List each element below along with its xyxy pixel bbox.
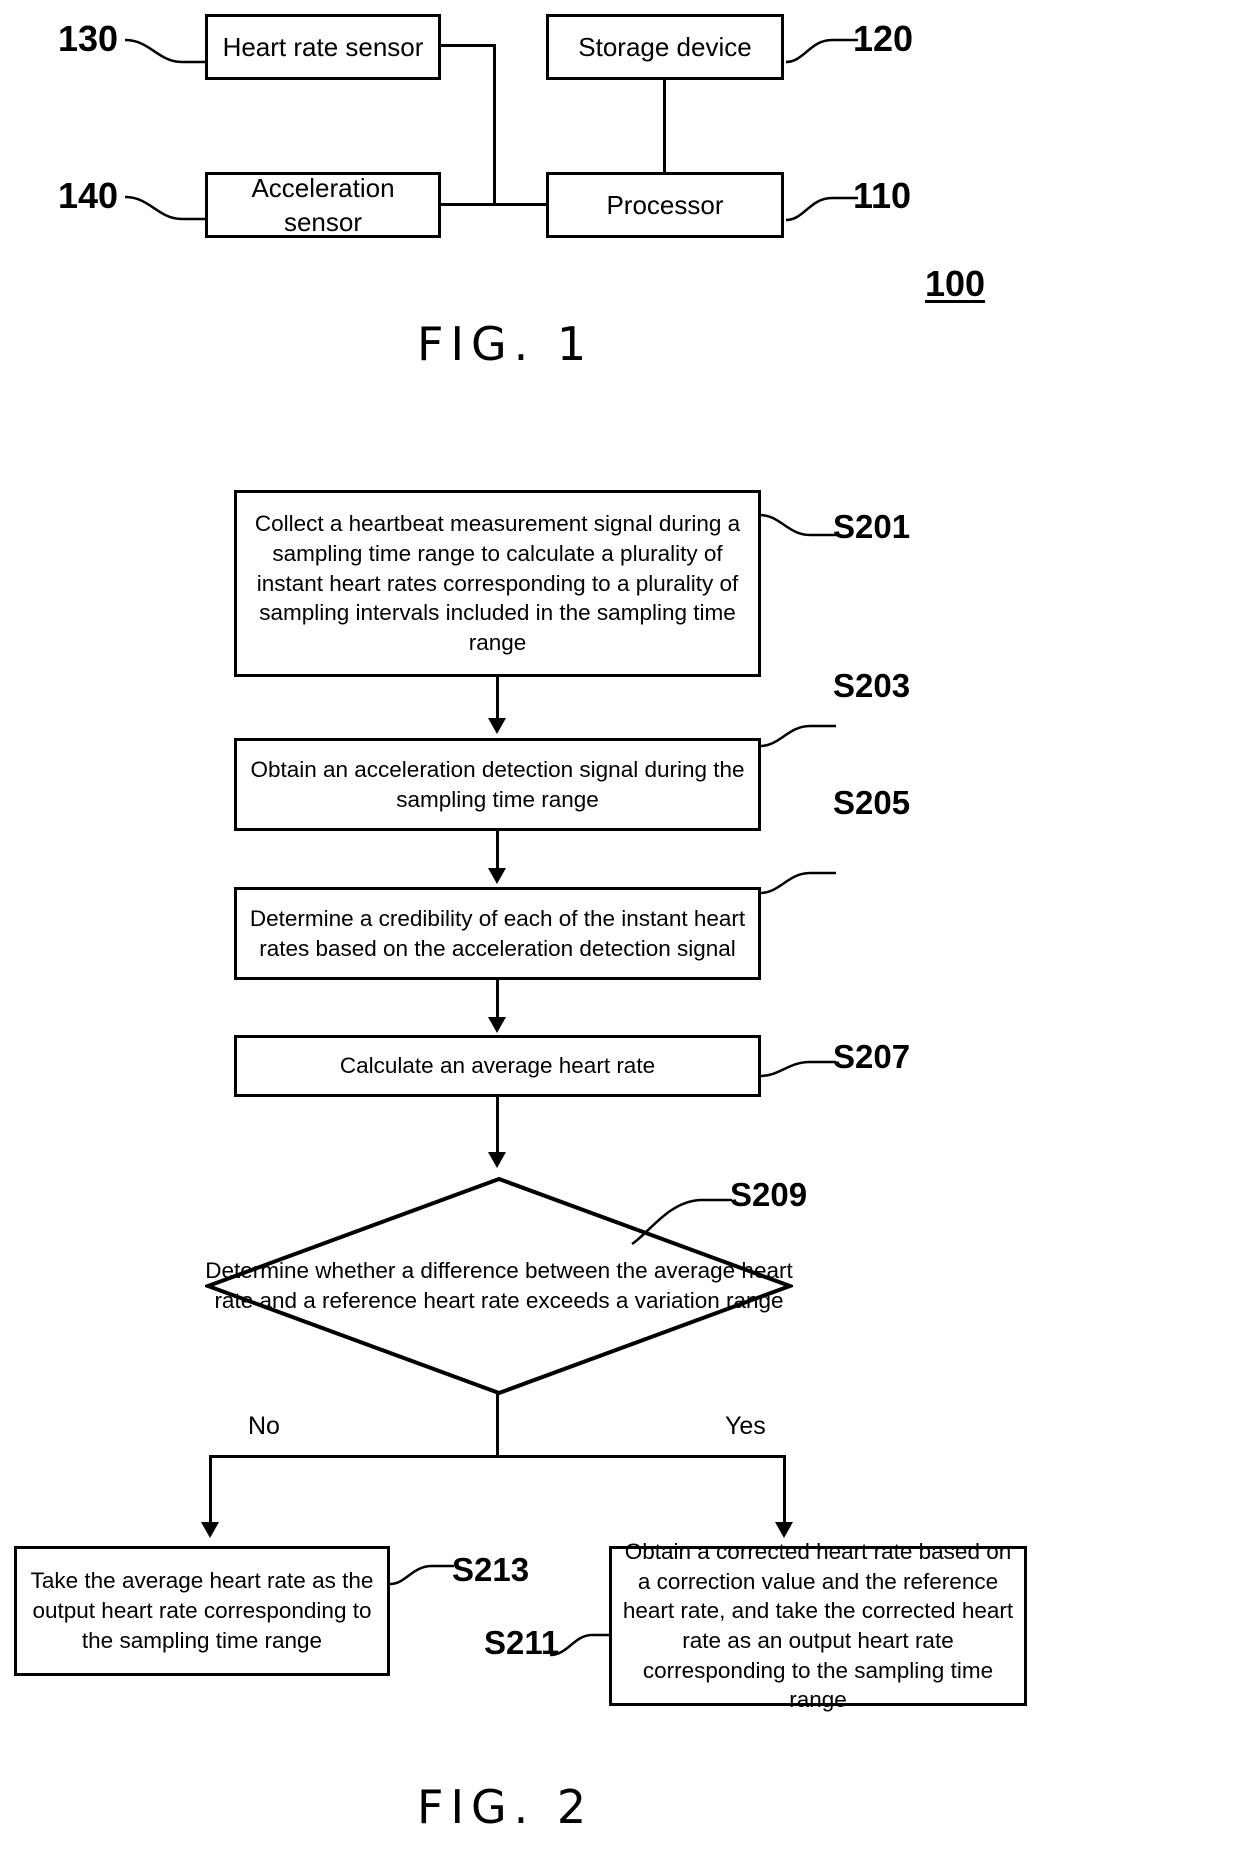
block-storage-device-label: Storage device [578, 31, 752, 62]
outcome-box-s213: Take the average heart rate as the outpu… [14, 1546, 390, 1676]
block-heart-rate-sensor: Heart rate sensor [205, 14, 441, 80]
arrow-s201-to-s203-line [496, 677, 499, 721]
figure-2-caption: FIG. 2 [417, 1780, 594, 1834]
leader-line-s207 [759, 1060, 836, 1078]
decision-branch-stem [496, 1393, 499, 1457]
branch-label-yes: Yes [725, 1412, 766, 1440]
outcome-box-s211: Obtain a corrected heart rate based on a… [609, 1539, 1027, 1712]
arrow-s201-to-s203-head [488, 718, 506, 734]
arrow-s205-to-s207-line [496, 980, 499, 1020]
reference-number-s203: S203 [833, 667, 911, 704]
reference-number-s213: S213 [452, 1551, 530, 1588]
step-box-s201-label: Collect a heartbeat measurement signal d… [254, 511, 741, 656]
patent-figure-sheet: 130 Heart rate sensor Storage device 120… [0, 0, 1240, 1863]
leader-line-s209 [631, 1198, 732, 1246]
block-acceleration-sensor: Acceleration sensor [205, 172, 441, 238]
outcome-box-s211-label: Obtain a corrected heart rate based on a… [622, 1538, 1014, 1713]
leader-line-120 [785, 38, 858, 64]
arrow-s203-to-s205-line [496, 831, 499, 871]
arrow-s203-to-s205-head [488, 868, 506, 884]
reference-number-110: 110 [853, 175, 912, 216]
connector-bus-vertical [493, 44, 496, 206]
branch-yes-line [783, 1455, 786, 1525]
connector-storage-to-processor [663, 80, 666, 172]
step-box-s207-label: Calculate an average heart rate [339, 1053, 656, 1079]
branch-label-no: No [248, 1412, 280, 1440]
reference-number-120: 120 [853, 18, 914, 59]
block-processor-label: Processor [606, 189, 724, 220]
branch-no-arrowhead [201, 1522, 219, 1538]
reference-number-s201: S201 [833, 508, 911, 545]
branch-no-line [209, 1455, 212, 1525]
reference-number-130: 130 [58, 18, 119, 59]
leader-line-110 [785, 196, 858, 222]
step-box-s201: Collect a heartbeat measurement signal d… [234, 490, 761, 677]
step-box-s203: Obtain an acceleration detection signal … [234, 738, 761, 831]
leader-line-s205 [759, 871, 836, 895]
arrow-s207-to-s209-line [496, 1097, 499, 1155]
leader-line-s203 [759, 724, 836, 748]
reference-number-s207: S207 [833, 1038, 911, 1075]
arrow-s205-to-s207-head [488, 1017, 506, 1033]
connector-heart-rate-to-bus [441, 44, 496, 47]
reference-number-s211: S211 [484, 1624, 560, 1661]
step-box-s205: Determine a credibility of each of the i… [234, 887, 761, 980]
leader-line-130 [124, 38, 210, 64]
step-box-s207: Calculate an average heart rate [234, 1035, 761, 1097]
outcome-box-s213-label: Take the average heart rate as the outpu… [30, 1568, 374, 1653]
arrow-s207-to-s209-head [488, 1152, 506, 1168]
block-acceleration-sensor-label: Acceleration sensor [251, 172, 395, 237]
block-storage-device: Storage device [546, 14, 784, 80]
step-box-s203-label: Obtain an acceleration detection signal … [250, 756, 745, 812]
connector-acceleration-to-processor [441, 203, 546, 206]
system-reference-100: 100 [925, 263, 986, 304]
reference-number-s205: S205 [833, 784, 911, 821]
leader-line-140 [124, 195, 210, 221]
block-heart-rate-sensor-label: Heart rate sensor [222, 31, 424, 62]
block-processor: Processor [546, 172, 784, 238]
branch-yes-arrowhead [775, 1522, 793, 1538]
decision-branch-bar [209, 1455, 786, 1458]
reference-number-140: 140 [58, 175, 119, 216]
step-box-s205-label: Determine a credibility of each of the i… [249, 905, 746, 961]
reference-number-s209: S209 [730, 1176, 808, 1213]
leader-line-s201 [759, 513, 836, 537]
figure-1-caption: FIG. 1 [417, 317, 594, 371]
leader-line-s213 [389, 1564, 454, 1586]
